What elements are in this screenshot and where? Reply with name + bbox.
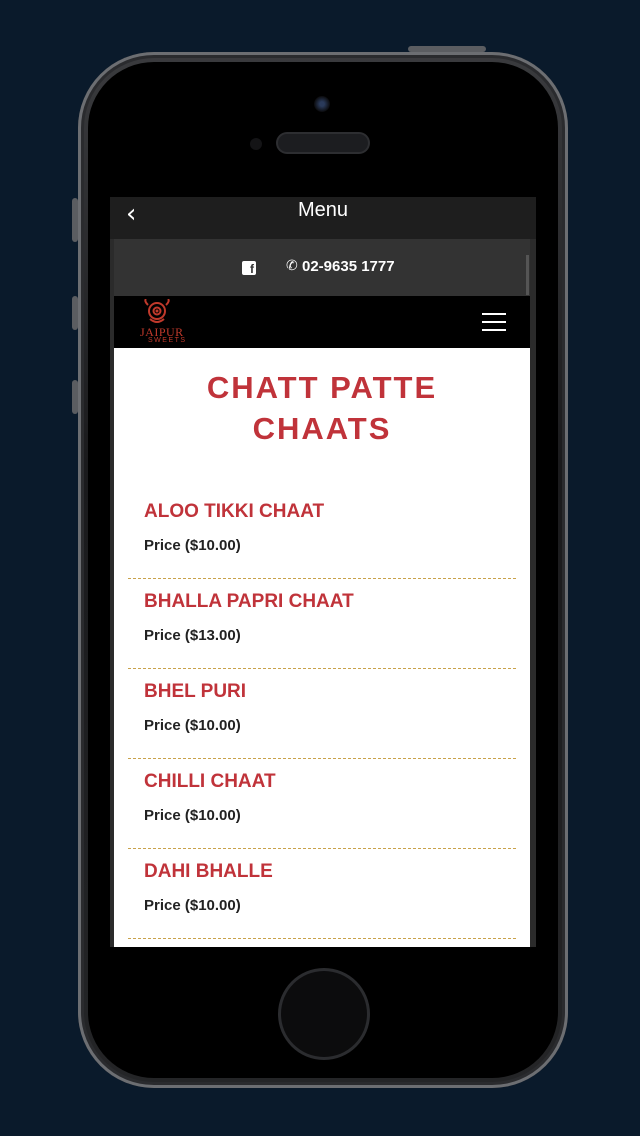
home-button[interactable] bbox=[281, 971, 367, 1057]
contact-bar: f ✆ 02-9635 1777 bbox=[114, 239, 530, 296]
site-navbar: JAIPUR SWEETS bbox=[114, 296, 530, 348]
app-bar: ‹ Menu bbox=[110, 197, 536, 239]
jaipur-sweets-logo[interactable]: JAIPUR SWEETS bbox=[126, 298, 188, 345]
page-title-line1: CHATT PATTE bbox=[206, 370, 438, 405]
menu-item-name: BHEL PURI bbox=[144, 681, 247, 702]
app-bar-title: Menu bbox=[297, 199, 349, 221]
menu-item-price: Price ($10.00) bbox=[144, 717, 241, 734]
menu-item-price: Price ($10.00) bbox=[144, 537, 241, 554]
menu-item[interactable]: BHALLA PAPRI CHAAT Price ($13.00) bbox=[128, 579, 516, 669]
menu-item-price: Price ($13.00) bbox=[144, 627, 241, 644]
phone-screen: ‹ Menu f ✆ 02-9635 1777 JAIPUR SWEETS CH… bbox=[110, 197, 536, 947]
facebook-icon[interactable]: f bbox=[242, 261, 256, 276]
proximity-sensor bbox=[250, 138, 262, 150]
earpiece-speaker bbox=[278, 134, 368, 152]
menu-item[interactable]: CHILLI CHAAT Price ($10.00) bbox=[128, 759, 516, 849]
page-title: CHATT PATTE CHAATS bbox=[114, 367, 530, 449]
phone-icon: ✆ bbox=[286, 258, 298, 274]
menu-item[interactable]: ALOO TIKKI CHAAT Price ($10.00) bbox=[128, 489, 516, 579]
phone-number-link[interactable]: 02-9635 1777 bbox=[302, 258, 395, 275]
menu-item-name: BHALLA PAPRI CHAAT bbox=[144, 591, 354, 612]
menu-item[interactable]: DAHI BHALLE Price ($10.00) bbox=[128, 849, 516, 939]
page-title-line2: CHAATS bbox=[252, 411, 392, 446]
menu-list: ALOO TIKKI CHAAT Price ($10.00) BHALLA P… bbox=[128, 489, 516, 939]
menu-item-price: Price ($10.00) bbox=[144, 807, 241, 824]
menu-item-price: Price ($10.00) bbox=[144, 897, 241, 914]
webview: f ✆ 02-9635 1777 JAIPUR SWEETS CHATT PAT… bbox=[114, 239, 530, 947]
menu-item-name: CHILLI CHAAT bbox=[144, 771, 276, 792]
menu-item-name: DAHI BHALLE bbox=[144, 861, 273, 882]
menu-item[interactable]: BHEL PURI Price ($10.00) bbox=[128, 669, 516, 759]
logo-subtext: SWEETS bbox=[148, 337, 187, 344]
menu-item-name: ALOO TIKKI CHAAT bbox=[144, 501, 325, 522]
scroll-indicator bbox=[526, 255, 529, 295]
front-camera bbox=[314, 96, 330, 112]
hamburger-icon[interactable] bbox=[482, 313, 506, 331]
